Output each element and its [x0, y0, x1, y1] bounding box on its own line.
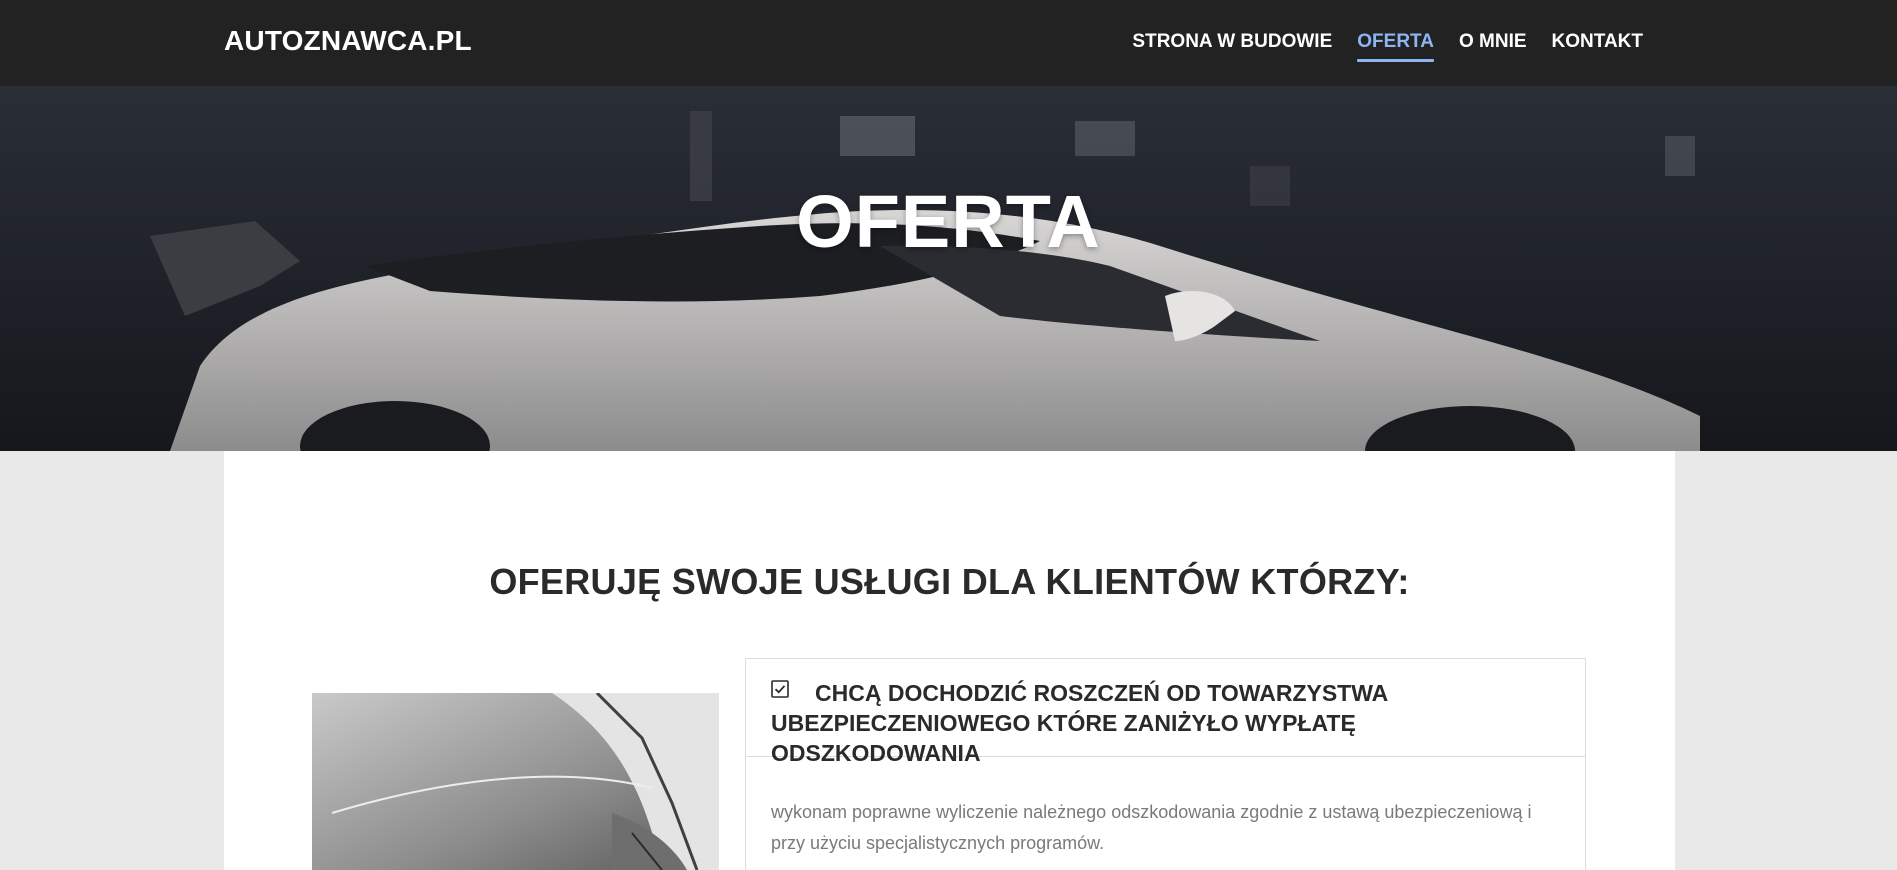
hero-title: OFERTA — [796, 180, 1101, 263]
offer-card-header[interactable]: CHCĄ DOCHODZIĆ ROSZCZEŃ OD TOWARZYSTWA U… — [746, 659, 1585, 766]
main-nav: STRONA W BUDOWIE OFERTA O MNIE KONTAKT — [1132, 31, 1643, 62]
checkbox-checked-icon — [771, 680, 789, 698]
nav-item-oferta[interactable]: OFERTA — [1357, 31, 1434, 62]
nav-item-kontakt[interactable]: KONTAKT — [1552, 31, 1643, 62]
content-panel: OFERUJĘ SWOJE USŁUGI DLA KLIENTÓW KTÓRZY… — [224, 451, 1675, 870]
offer-card: CHCĄ DOCHODZIĆ ROSZCZEŃ OD TOWARZYSTWA U… — [745, 658, 1586, 870]
offer-card-title: CHCĄ DOCHODZIĆ ROSZCZEŃ OD TOWARZYSTWA U… — [771, 680, 1388, 766]
offer-card-body: wykonam poprawne wyliczenie należnego od… — [771, 802, 1532, 853]
brand-logo-link[interactable]: AUTOZNAWCA.PL — [224, 25, 472, 57]
hero-car-image — [0, 86, 1897, 451]
hero-banner: OFERTA — [0, 86, 1897, 451]
section-heading: OFERUJĘ SWOJE USŁUGI DLA KLIENTÓW KTÓRZY… — [489, 561, 1410, 602]
nav-item-o-mnie[interactable]: O MNIE — [1459, 31, 1527, 62]
nav-item-strona-w-budowie[interactable]: STRONA W BUDOWIE — [1132, 31, 1332, 62]
car-headlight-image — [312, 693, 719, 870]
car-detail-photo — [312, 693, 719, 870]
top-navbar: AUTOZNAWCA.PL STRONA W BUDOWIE OFERTA O … — [0, 0, 1897, 86]
